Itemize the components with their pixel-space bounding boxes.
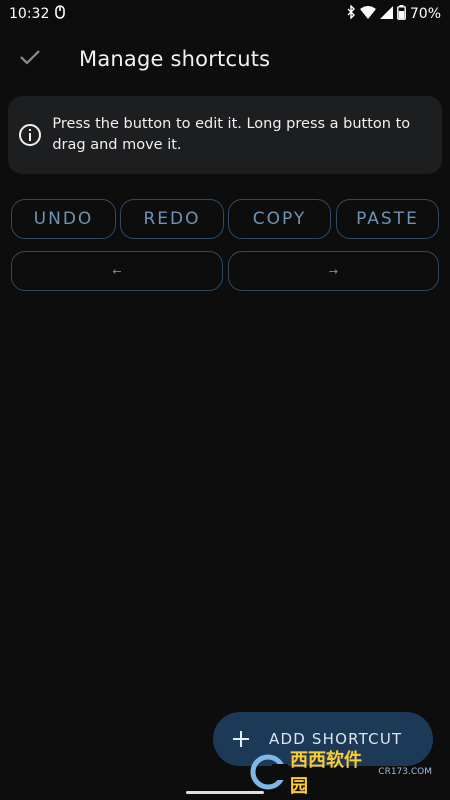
info-text: Press the button to edit it. Long press …	[52, 116, 411, 153]
confirm-button[interactable]	[0, 36, 60, 82]
page-title: Manage shortcuts	[79, 47, 271, 71]
status-bar: 10:32 70%	[0, 0, 450, 28]
info-icon	[8, 123, 52, 147]
battery-icon	[396, 4, 406, 24]
mouse-icon	[55, 5, 66, 23]
shortcut-left-arrow-button[interactable]: ←	[11, 251, 223, 291]
shortcut-undo-button[interactable]: UNDO	[11, 199, 116, 239]
shortcut-copy-button[interactable]: COPY	[228, 199, 331, 239]
home-indicator[interactable]	[186, 791, 264, 794]
shortcut-right-arrow-button[interactable]: →	[228, 251, 439, 291]
info-card: Press the button to edit it. Long press …	[8, 96, 442, 174]
bluetooth-icon	[346, 4, 356, 23]
watermark-sub: CR173.COM	[378, 767, 432, 777]
app-bar: Manage shortcuts	[0, 36, 450, 82]
battery-percent: 70%	[409, 6, 441, 22]
plus-icon	[215, 731, 267, 747]
check-icon	[19, 48, 41, 70]
wifi-icon	[359, 5, 376, 23]
shortcut-redo-button[interactable]: REDO	[120, 199, 224, 239]
shortcut-paste-button[interactable]: PASTE	[336, 199, 439, 239]
watermark-text: 西西软件园	[290, 750, 362, 797]
status-time: 10:32	[9, 6, 50, 22]
watermark-logo: 西西软件园 CR173.COM	[246, 750, 432, 797]
signal-icon	[379, 5, 393, 23]
